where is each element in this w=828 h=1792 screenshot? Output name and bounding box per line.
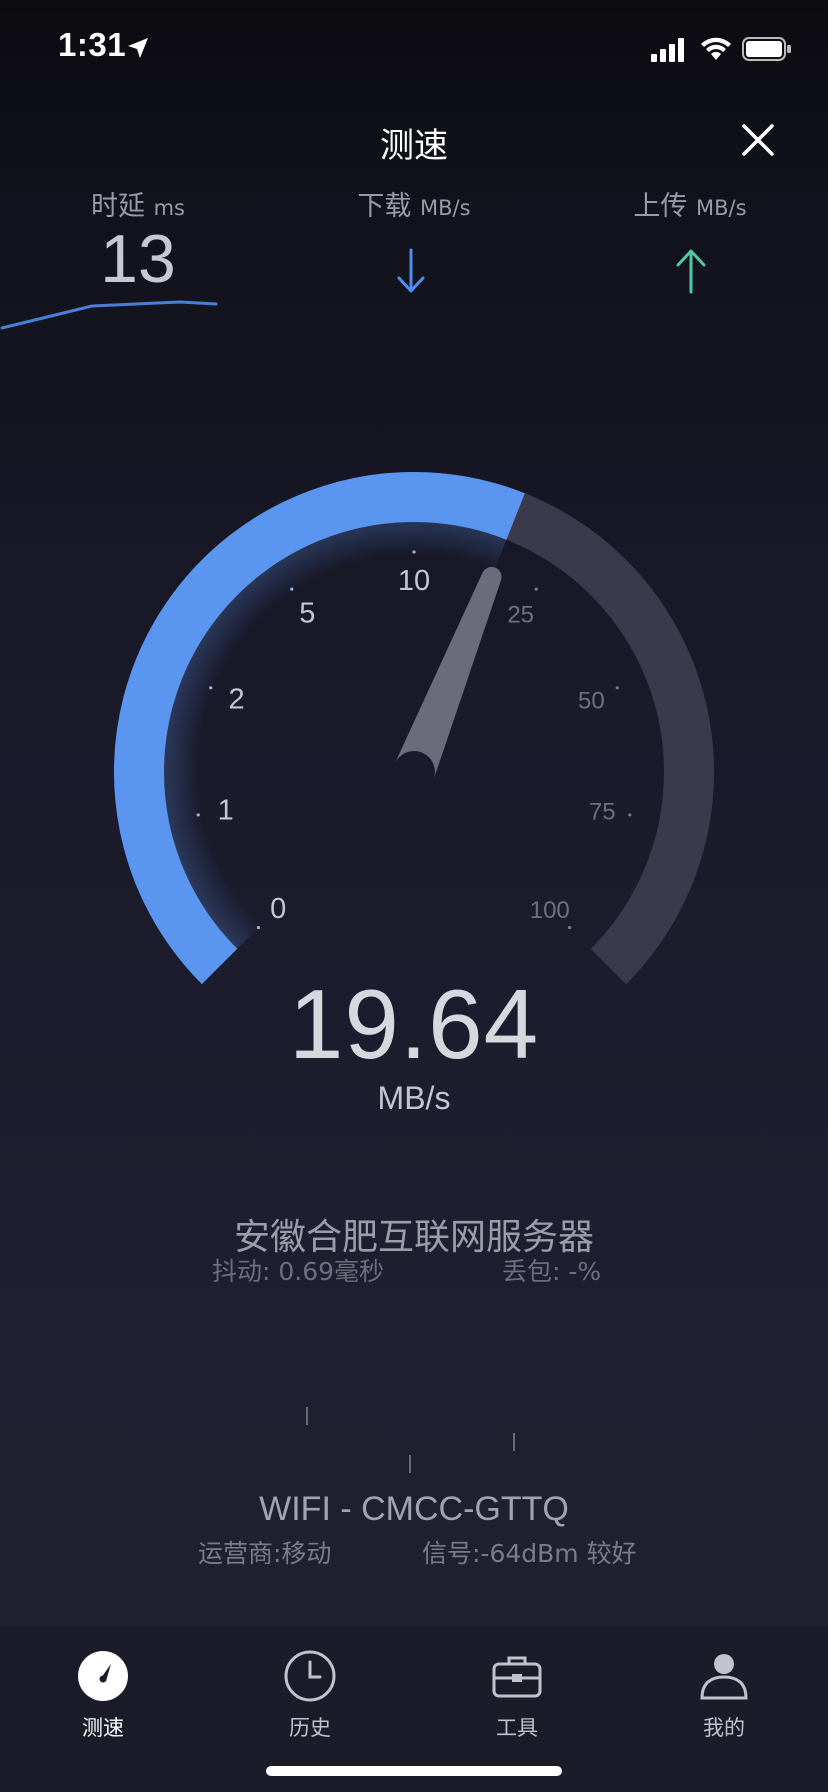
gauge-tick-dot	[196, 813, 200, 817]
page-title: 测速	[380, 126, 448, 166]
jitter-text: 抖动: 0.69毫秒	[212, 1257, 385, 1286]
latency-sparkline	[0, 300, 218, 330]
gauge-tick-dot	[534, 587, 538, 591]
wifi-name: WIFI - CMCC-GTTQ	[259, 1490, 569, 1528]
tab-profile[interactable]: 我的	[649, 1636, 799, 1756]
gauge-scale-label: 75	[589, 798, 616, 825]
gauge-scale-label: 50	[578, 688, 605, 715]
gauge-scale-label: 25	[507, 601, 534, 628]
status-time: 1:31	[58, 26, 127, 63]
gauge-tick-dot	[615, 686, 619, 690]
upload-arrow-icon	[676, 249, 706, 294]
signal-strength-text: 信号:-64dBm 较好	[422, 1539, 637, 1568]
cellular-signal-icon	[651, 38, 684, 62]
tab-speed-test[interactable]: 测速	[28, 1636, 178, 1756]
tab-label: 历史	[289, 1716, 331, 1740]
gauge-tick-dot	[209, 686, 213, 690]
gauge-scale-label: 0	[270, 893, 286, 925]
wifi-icon	[701, 37, 731, 60]
download-label-text: 下载	[357, 191, 412, 222]
carrier-text: 运营商:移动	[198, 1539, 332, 1568]
gauge-tick-dot	[256, 925, 261, 930]
upload-unit: MB/s	[696, 196, 747, 220]
clock-icon	[284, 1650, 336, 1702]
tab-label: 测速	[82, 1716, 124, 1740]
gauge-tick-dot	[290, 587, 294, 591]
latency-label: 时延 ms	[8, 184, 268, 223]
speed-value: 19.64	[288, 969, 540, 1079]
tab-tools[interactable]: 工具	[442, 1636, 592, 1756]
gauge-tick-dot	[412, 550, 416, 554]
download-label: 下载 MB/s	[284, 184, 544, 223]
upload-label: 上传 MB/s	[560, 184, 820, 223]
gauge-scale-label: 1	[218, 794, 234, 826]
speedometer-icon	[78, 1651, 128, 1701]
gauge-scale-label: 100	[530, 897, 570, 924]
location-arrow-icon	[128, 38, 148, 58]
gauge-scale-label: 10	[398, 565, 430, 597]
battery-icon	[742, 37, 791, 61]
upload-label-text: 上传	[633, 191, 688, 222]
download-unit: MB/s	[420, 196, 471, 220]
toolbox-icon	[492, 1656, 542, 1698]
tab-history[interactable]: 历史	[235, 1636, 385, 1756]
speed-gauge: 012510255075100	[114, 472, 714, 985]
speed-unit: MB/s	[377, 1080, 451, 1116]
latency-label-text: 时延	[91, 191, 145, 222]
tab-label: 工具	[496, 1716, 538, 1740]
gauge-scale-label: 2	[229, 684, 245, 716]
latency-value: 13	[100, 221, 176, 297]
tab-label: 我的	[703, 1716, 745, 1740]
gauge-tick-dot	[567, 925, 572, 930]
decorative-ticks	[306, 1407, 515, 1473]
user-icon	[700, 1654, 748, 1700]
close-icon[interactable]	[738, 120, 778, 160]
server-name: 安徽合肥互联网服务器	[233, 1217, 594, 1258]
home-indicator	[266, 1766, 562, 1776]
gauge-tick-dot	[628, 813, 632, 817]
gauge-scale-label: 5	[299, 597, 315, 629]
packet-loss-text: 丢包: -%	[502, 1257, 602, 1286]
download-arrow-icon	[397, 248, 425, 293]
latency-unit: ms	[153, 196, 185, 220]
